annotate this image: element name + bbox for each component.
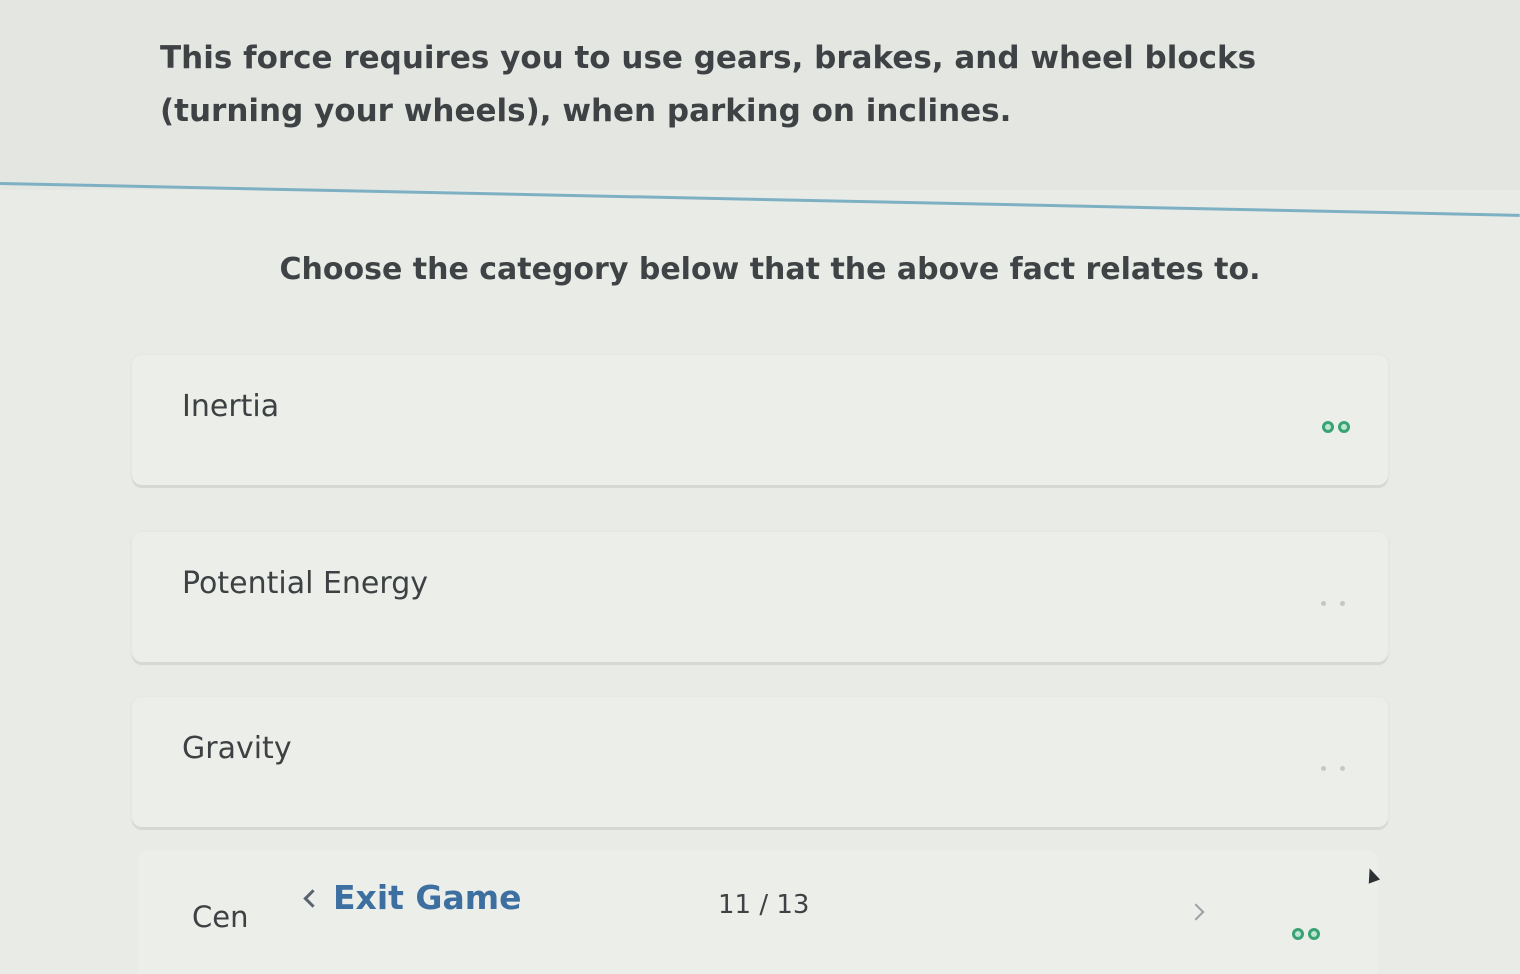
answer-option-label: Potential Energy: [182, 566, 428, 601]
answer-option-inertia[interactable]: Inertia: [132, 355, 1388, 485]
exit-game-button[interactable]: Exit Game: [303, 878, 522, 917]
game-footer: Exit Game 11 / 13: [0, 870, 1520, 950]
question-counter: 11 / 13: [718, 890, 810, 920]
mastery-indicator-icon: [1316, 763, 1350, 774]
answer-option-gravity[interactable]: Gravity: [132, 697, 1388, 827]
fact-panel: This force requires you to use gears, br…: [0, 0, 1520, 190]
chevron-right-icon[interactable]: [1187, 903, 1205, 921]
chevron-left-icon: [303, 889, 322, 908]
question-prompt: Choose the category below that the above…: [279, 252, 1261, 287]
mastery-indicator-icon: [1316, 598, 1350, 609]
mastery-indicator-icon: [1322, 421, 1350, 433]
exit-game-label: Exit Game: [333, 878, 522, 917]
answer-option-label: Inertia: [182, 389, 280, 424]
answer-option-label: Gravity: [182, 731, 292, 766]
answer-option-potential-energy[interactable]: Potential Energy: [132, 532, 1388, 662]
fact-text: This force requires you to use gears, br…: [160, 40, 1257, 129]
